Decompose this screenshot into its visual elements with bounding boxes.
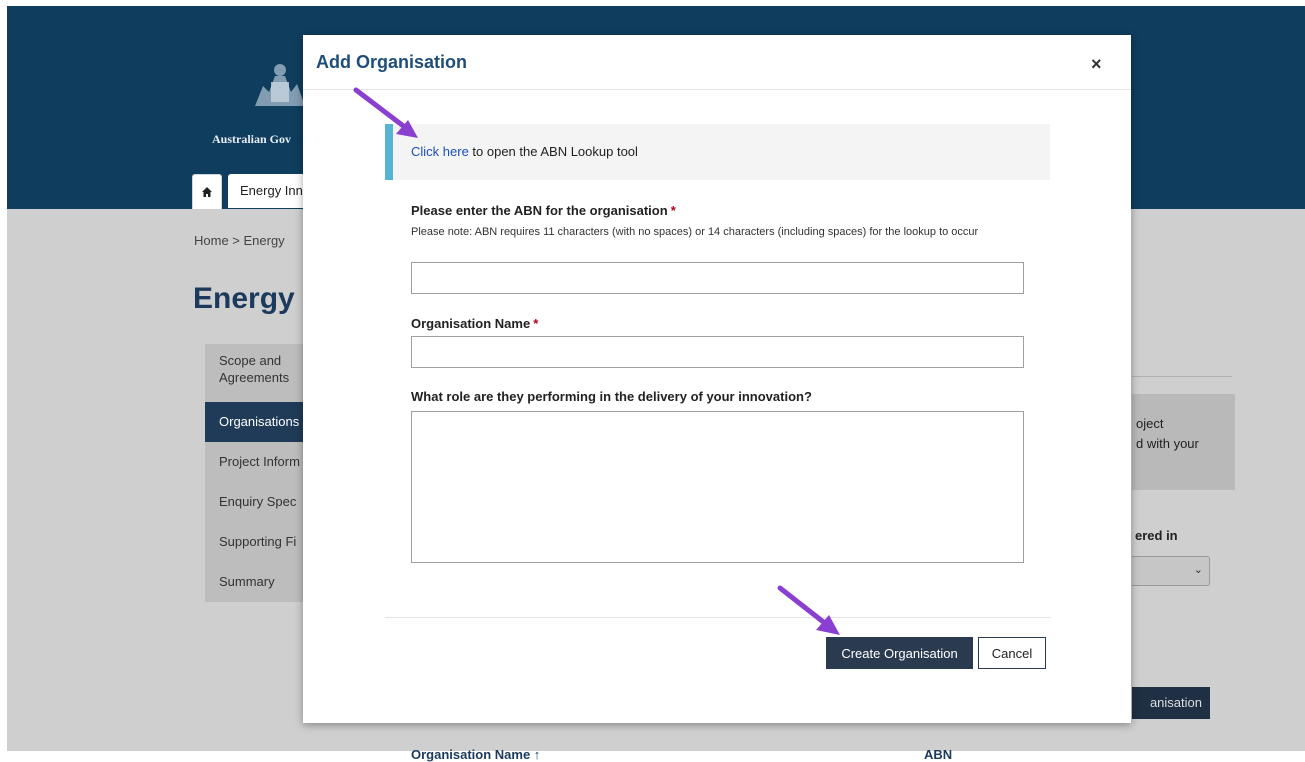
info-box-line: d with your	[1136, 436, 1199, 451]
abn-label: Please enter the ABN for the organisatio…	[411, 203, 676, 218]
organisation-name-label-text: Organisation Name	[411, 316, 531, 331]
add-organisation-modal: Add Organisation × Click here to open th…	[303, 35, 1131, 723]
callout-text: to open the ABN Lookup tool	[468, 144, 638, 159]
add-organisation-button[interactable]: anisation	[1132, 687, 1210, 719]
sidebar-item-organisations[interactable]: Organisations	[205, 402, 315, 442]
home-tab[interactable]	[192, 174, 222, 209]
abn-note: Please note: ABN requires 11 characters …	[411, 226, 979, 238]
abn-input[interactable]	[411, 262, 1024, 294]
organisation-name-input[interactable]	[411, 336, 1024, 368]
divider	[1132, 376, 1232, 377]
close-icon[interactable]: ×	[1091, 54, 1102, 75]
info-box: oject d with your	[1132, 394, 1235, 490]
sidebar-item-summary[interactable]: Summary	[205, 562, 315, 602]
divider	[385, 617, 1050, 618]
required-marker: *	[533, 316, 539, 331]
divider	[303, 89, 1131, 90]
column-header-organisation-name[interactable]: Organisation Name ↑	[411, 747, 540, 762]
abn-lookup-link[interactable]: Click here	[411, 144, 469, 159]
abn-label-text: Please enter the ABN for the organisatio…	[411, 203, 668, 218]
sidebar-item-enquiry-specification[interactable]: Enquiry Spec	[205, 482, 315, 522]
chevron-down-icon: ⌄	[1193, 564, 1203, 576]
breadcrumb: Home > Energy	[194, 233, 285, 248]
government-name: Australian Gov	[212, 132, 292, 146]
modal-title: Add Organisation	[316, 52, 468, 72]
organisation-name-label: Organisation Name *	[411, 316, 538, 331]
info-box-line: oject	[1136, 416, 1164, 431]
home-icon	[202, 187, 212, 197]
sidebar-item-project-information[interactable]: Project Inform	[205, 442, 315, 482]
role-label: What role are they performing in the del…	[411, 389, 812, 404]
create-organisation-button[interactable]: Create Organisation	[826, 637, 973, 669]
question-label: ered in	[1135, 528, 1178, 543]
abn-lookup-callout: Click here to open the ABN Lookup tool	[385, 124, 1050, 180]
sidebar-item-scope[interactable]: Scope and Agreements	[205, 344, 315, 402]
side-navigation: Scope and Agreements Organisations Proje…	[205, 344, 315, 602]
background-select[interactable]: ⌄	[1132, 556, 1210, 586]
sidebar-item-supporting-files[interactable]: Supporting Fi	[205, 522, 315, 562]
cancel-button[interactable]: Cancel	[978, 637, 1046, 669]
page-title: Energy I	[193, 282, 312, 315]
role-textarea[interactable]	[411, 411, 1024, 563]
column-header-abn: ABN	[924, 747, 953, 762]
required-marker: *	[670, 203, 676, 218]
